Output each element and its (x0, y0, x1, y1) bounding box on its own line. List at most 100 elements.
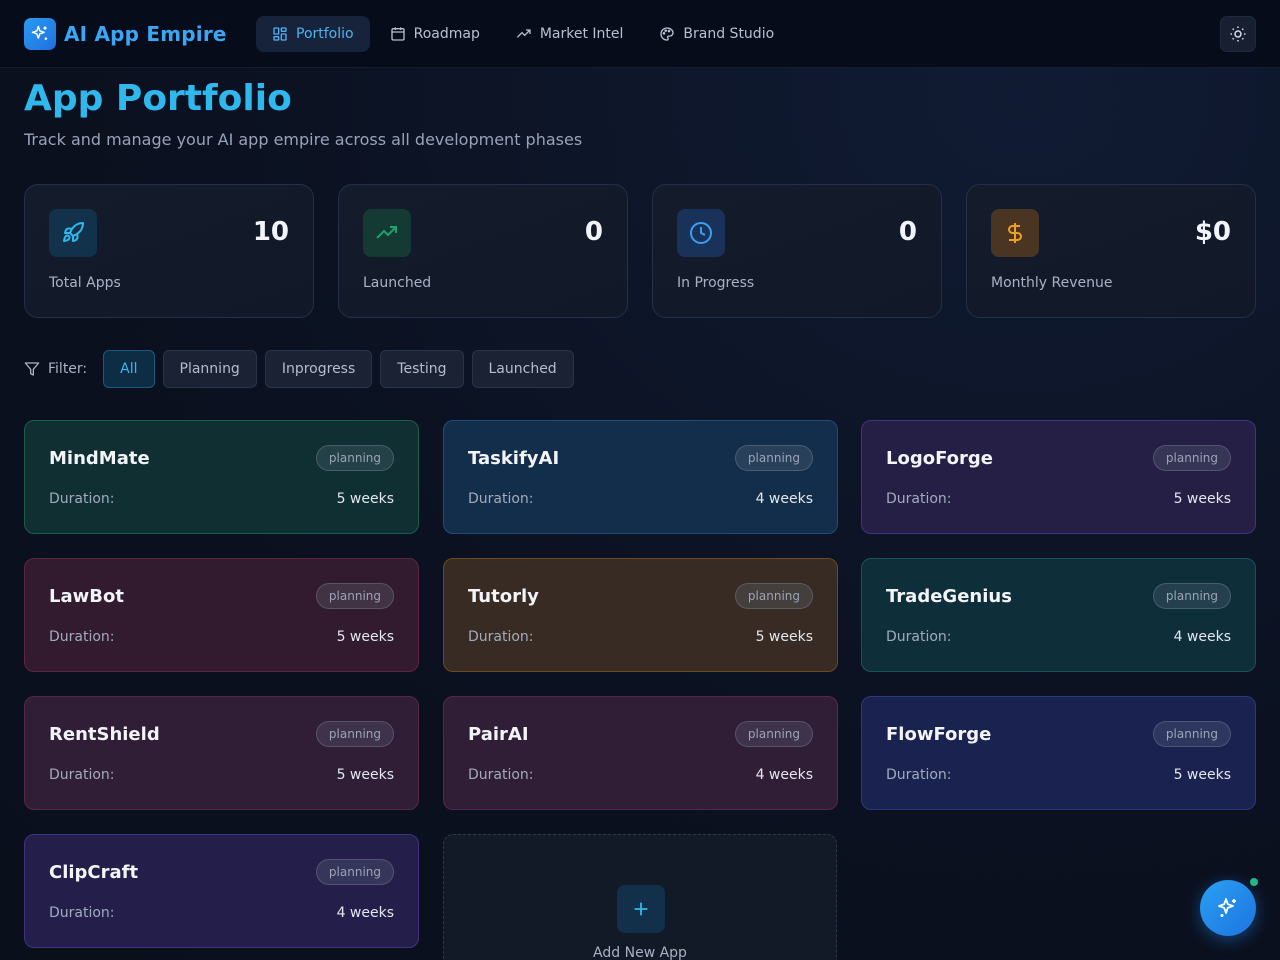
brand-name: AI App Empire (64, 22, 227, 46)
duration-label: Duration: (49, 905, 115, 921)
app-card-tutorly[interactable]: Tutorly planning Duration: 5 weeks (443, 558, 838, 672)
app-name: PairAI (468, 724, 529, 745)
nav-market-intel[interactable]: Market Intel (500, 16, 640, 52)
app-name: RentShield (49, 724, 160, 745)
filter-chip-launched[interactable]: Launched (471, 350, 574, 388)
filter-bar: Filter: All Planning Inprogress Testing … (24, 350, 574, 388)
duration-value: 5 weeks (336, 629, 394, 645)
duration-value: 5 weeks (336, 491, 394, 507)
stat-card-in-progress: 0 In Progress (652, 184, 942, 318)
trending-up-icon (516, 29, 531, 38)
main-nav: Portfolio Roadmap Market Intel Brand Stu… (256, 16, 790, 52)
dollar-icon (991, 209, 1039, 257)
app-name: LawBot (49, 586, 124, 607)
status-badge: planning (1152, 721, 1231, 747)
app-card-tradegenius[interactable]: TradeGenius planning Duration: 4 weeks (861, 558, 1256, 672)
duration-value: 4 weeks (755, 491, 813, 507)
app-name: MindMate (49, 448, 150, 469)
plus-icon (617, 885, 665, 933)
stat-label: Total Apps (49, 275, 121, 291)
stat-card-launched: 0 Launched (338, 184, 628, 318)
app-name: LogoForge (886, 448, 993, 469)
filter-chip-inprogress[interactable]: Inprogress (264, 350, 373, 388)
stat-value: $0 (1194, 217, 1231, 247)
app-card-taskifyai[interactable]: TaskifyAI planning Duration: 4 weeks (443, 420, 838, 534)
filter-label: Filter: (24, 361, 87, 377)
stat-label: Launched (363, 275, 432, 291)
duration-value: 4 weeks (1173, 629, 1231, 645)
duration-value: 5 weeks (1173, 491, 1231, 507)
theme-toggle-button[interactable] (1220, 16, 1256, 52)
duration-label: Duration: (886, 491, 952, 507)
status-badge: planning (315, 859, 394, 885)
status-badge: planning (734, 445, 813, 471)
duration-value: 4 weeks (336, 905, 394, 921)
duration-label: Duration: (49, 629, 115, 645)
add-new-app-card[interactable]: Add New App (443, 834, 837, 960)
duration-value: 5 weeks (1173, 767, 1231, 783)
sparkles-icon (24, 18, 56, 50)
status-badge: planning (315, 721, 394, 747)
app-card-lawbot[interactable]: LawBot planning Duration: 5 weeks (24, 558, 419, 672)
nav-label: Portfolio (296, 26, 354, 42)
status-badge: planning (1152, 445, 1231, 471)
duration-value: 4 weeks (755, 767, 813, 783)
duration-label: Duration: (886, 767, 952, 783)
grid-icon (273, 27, 287, 41)
page-title: App Portfolio (24, 78, 292, 119)
duration-label: Duration: (468, 491, 534, 507)
nav-label: Brand Studio (683, 26, 775, 42)
page-subtitle: Track and manage your AI app empire acro… (24, 130, 583, 149)
rocket-icon (49, 209, 97, 257)
nav-label: Roadmap (413, 26, 480, 42)
stat-value: 0 (898, 217, 917, 247)
nav-portfolio[interactable]: Portfolio (256, 16, 370, 52)
app-card-rentshield[interactable]: RentShield planning Duration: 5 weeks (24, 696, 419, 810)
stat-label: Monthly Revenue (991, 275, 1113, 291)
app-card-clipcraft[interactable]: ClipCraft planning Duration: 4 weeks (24, 834, 419, 948)
status-dot (1250, 878, 1258, 886)
duration-label: Duration: (886, 629, 952, 645)
clock-icon (677, 209, 725, 257)
duration-value: 5 weeks (336, 767, 394, 783)
stat-value: 0 (584, 217, 603, 247)
app-name: FlowForge (886, 724, 992, 745)
stat-label: In Progress (677, 275, 755, 291)
top-navbar: AI App Empire Portfolio Roadmap Market I… (0, 0, 1280, 68)
nav-label: Market Intel (539, 26, 624, 42)
status-badge: planning (1152, 583, 1231, 609)
duration-label: Duration: (49, 491, 115, 507)
app-name: ClipCraft (49, 862, 139, 883)
nav-brand-studio[interactable]: Brand Studio (643, 16, 790, 52)
add-new-app-label: Add New App (593, 945, 687, 960)
app-card-mindmate[interactable]: MindMate planning Duration: 5 weeks (24, 420, 419, 534)
stat-card-monthly-revenue: $0 Monthly Revenue (966, 184, 1256, 318)
status-badge: planning (315, 445, 394, 471)
ai-assistant-button[interactable] (1200, 880, 1256, 936)
sun-icon (1230, 26, 1246, 42)
calendar-icon (390, 27, 405, 41)
status-badge: planning (734, 583, 813, 609)
stat-value: 10 (252, 217, 289, 247)
duration-label: Duration: (468, 767, 534, 783)
filter-label-text: Filter: (48, 361, 88, 377)
brand[interactable]: AI App Empire (24, 18, 227, 50)
filter-chip-testing[interactable]: Testing (380, 350, 464, 388)
app-name: TradeGenius (886, 586, 1012, 607)
app-card-flowforge[interactable]: FlowForge planning Duration: 5 weeks (861, 696, 1256, 810)
stat-card-total-apps: 10 Total Apps (24, 184, 314, 318)
duration-label: Duration: (49, 767, 115, 783)
palette-icon (660, 27, 675, 41)
duration-label: Duration: (468, 629, 534, 645)
filter-chip-all[interactable]: All (103, 350, 155, 388)
app-name: Tutorly (468, 586, 539, 607)
app-card-pairai[interactable]: PairAI planning Duration: 4 weeks (443, 696, 838, 810)
trending-up-icon (363, 209, 411, 257)
sparkles-icon (1218, 898, 1236, 917)
filter-icon (24, 362, 40, 376)
filter-chip-planning[interactable]: Planning (162, 350, 257, 388)
app-card-logoforge[interactable]: LogoForge planning Duration: 5 weeks (861, 420, 1256, 534)
nav-roadmap[interactable]: Roadmap (374, 16, 496, 52)
status-badge: planning (734, 721, 813, 747)
app-name: TaskifyAI (468, 448, 560, 469)
